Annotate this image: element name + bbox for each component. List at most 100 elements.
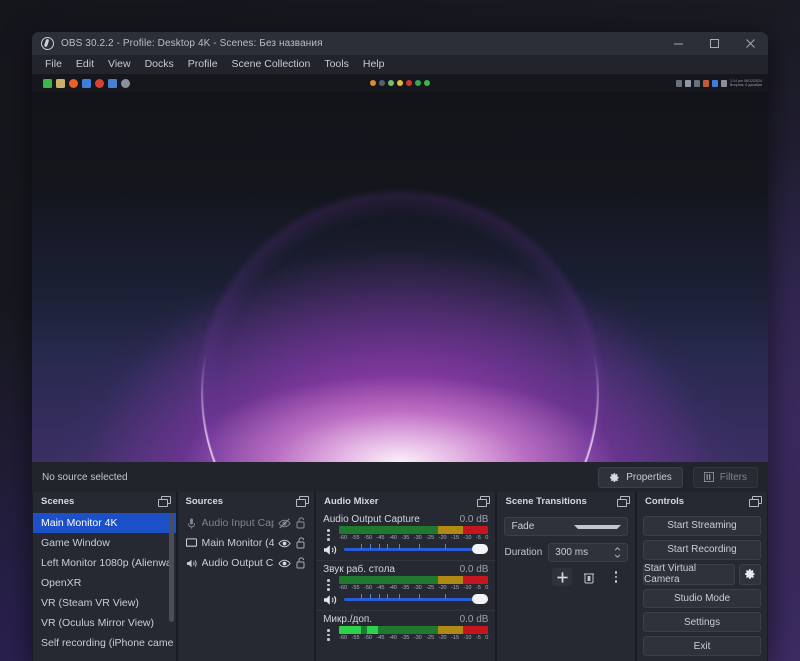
scene-transitions-title: Scene Transitions (505, 496, 587, 507)
source-item-audio-input-capture[interactable]: Audio Input Captur (178, 513, 315, 533)
meter-ticks: -60 -55 -50 -45 -40 -35 -30 -25 -20 -15 -10 -5 0 (339, 635, 489, 641)
undock-icon[interactable] (749, 496, 762, 507)
remove-transition-button[interactable] (579, 568, 599, 586)
trash-icon (584, 573, 595, 583)
minimize-button[interactable] (660, 32, 696, 55)
scene-item-main-monitor-4k[interactable]: Main Monitor 4K (33, 513, 176, 533)
scene-item-game-window[interactable]: Game Window (33, 533, 176, 553)
menu-scene-collection[interactable]: Scene Collection (225, 55, 318, 74)
scene-item-left-monitor[interactable]: Left Monitor 1080p (Alienwa (33, 553, 176, 573)
lock-open-icon[interactable] (295, 536, 308, 550)
undock-icon[interactable] (296, 496, 310, 507)
virtual-camera-settings-button[interactable] (739, 563, 761, 585)
obs-logo-icon (41, 37, 54, 50)
audio-mixer-title: Audio Mixer (324, 496, 379, 507)
start-virtual-camera-button[interactable]: Start Virtual Camera (643, 563, 736, 585)
duration-stepper[interactable]: 300 ms (548, 543, 629, 562)
menu-tools[interactable]: Tools (317, 55, 356, 74)
volume-slider[interactable] (344, 543, 489, 556)
eye-visible-icon[interactable] (278, 537, 291, 550)
eye-hidden-icon[interactable] (278, 517, 291, 530)
settings-button[interactable]: Settings (643, 612, 761, 633)
kebab-icon[interactable] (323, 526, 334, 541)
properties-label: Properties (626, 471, 672, 483)
undock-icon[interactable] (157, 496, 171, 507)
duration-row: Duration 300 ms (504, 543, 629, 562)
properties-button[interactable]: Properties (598, 466, 683, 488)
mixer-channel-audio-output-capture: Audio Output Capture 0.0 dB -60 -55 -50 -45… (316, 511, 495, 559)
maximize-button[interactable] (696, 32, 732, 55)
microphone-icon (186, 517, 198, 529)
scenes-scrollbar[interactable] (168, 514, 174, 622)
taskbar-icon-app6 (108, 78, 117, 88)
duration-label: Duration (504, 547, 543, 558)
menu-help[interactable]: Help (356, 55, 392, 74)
kebab-icon[interactable] (323, 576, 334, 591)
sources-title: Sources (185, 496, 224, 507)
lock-open-icon[interactable] (295, 516, 308, 530)
undock-icon[interactable] (617, 496, 631, 507)
mixer-channel-mic-aux: Микр./доп. 0.0 dB -60 -55 -50 -45 -40 -35 -30-… (316, 611, 495, 641)
kebab-icon[interactable] (323, 626, 334, 641)
controls-body: Start Streaming Start Recording Start Vi… (637, 511, 767, 661)
add-transition-button[interactable] (552, 568, 573, 586)
exit-button[interactable]: Exit (643, 636, 761, 656)
transition-value: Fade (511, 521, 535, 532)
undock-icon[interactable] (477, 496, 491, 507)
close-button[interactable] (732, 32, 768, 55)
menu-file[interactable]: File (38, 55, 69, 74)
menu-edit[interactable]: Edit (69, 55, 101, 74)
menu-bar: File Edit View Docks Profile Scene Colle… (32, 55, 768, 74)
captured-taskbar-left-icons (32, 78, 130, 88)
transition-select[interactable]: Fade (504, 517, 629, 536)
taskbar-dot-1 (370, 80, 376, 86)
lock-open-icon[interactable] (295, 556, 308, 570)
channel-db: 0.0 dB (459, 614, 489, 625)
eye-visible-icon[interactable] (278, 557, 291, 570)
selected-source-status: No source selected (42, 471, 128, 483)
start-recording-button[interactable]: Start Recording (643, 539, 761, 560)
controls-dock-header: Controls (637, 492, 767, 511)
tray-icon-2 (684, 79, 691, 87)
mute-toggle-icon[interactable] (323, 543, 338, 556)
audio-mixer-dock-header: Audio Mixer (316, 492, 496, 511)
source-toolbar: No source selected Properties Filters (32, 462, 768, 492)
sources-list[interactable]: Audio Input Captur Main Monitor (4K) (177, 511, 315, 661)
scene-item-oculus-mirror-view[interactable]: VR (Oculus Mirror View) (33, 613, 176, 633)
filters-label: Filters (719, 471, 747, 483)
window-title: OBS 30.2.2 - Profile: Desktop 4K - Scene… (61, 38, 323, 49)
volume-slider-knob[interactable] (472, 544, 489, 554)
obs-main-window: OBS 30.2.2 - Profile: Desktop 4K - Scene… (32, 32, 768, 661)
scene-transitions-dock: Scene Transitions Fade Duration 300 ms (497, 492, 636, 661)
menu-view[interactable]: View (101, 55, 138, 74)
mute-toggle-icon[interactable] (323, 593, 338, 606)
scene-item-steam-vr-view[interactable]: VR (Steam VR View) (33, 593, 176, 613)
source-item-audio-output-capture[interactable]: Audio Output Captu (178, 553, 315, 573)
scene-transitions-body: Fade Duration 300 ms (497, 511, 636, 661)
scene-item-openxr[interactable]: OpenXR (33, 573, 176, 593)
captured-taskbar: 1:14 pm 06/12/2024 Вторник, 6 декабря (32, 74, 768, 93)
scene-item-self-recording[interactable]: Self recording (iPhone came (33, 633, 176, 653)
stepper-arrows[interactable] (601, 544, 627, 561)
source-item-main-monitor-4k[interactable]: Main Monitor (4K) (178, 533, 315, 553)
volume-slider-knob[interactable] (472, 594, 489, 604)
start-streaming-button[interactable]: Start Streaming (643, 516, 761, 536)
taskbar-dot-3 (388, 80, 394, 86)
tray-icon-6 (720, 79, 727, 87)
menu-docks[interactable]: Docks (138, 55, 181, 74)
scenes-dock-header: Scenes (33, 492, 176, 511)
duration-value: 300 ms (555, 547, 589, 558)
gear-icon (745, 569, 755, 579)
scenes-title: Scenes (41, 496, 75, 507)
menu-profile[interactable]: Profile (181, 55, 225, 74)
scenes-list[interactable]: Main Monitor 4K Game Window Left Monitor… (33, 511, 176, 661)
taskbar-icon-app5 (95, 78, 104, 88)
volume-slider[interactable] (344, 593, 489, 606)
kebab-icon (611, 571, 622, 583)
preview-canvas[interactable]: 1:14 pm 06/12/2024 Вторник, 6 декабря (32, 74, 768, 462)
transition-menu-button[interactable] (606, 568, 626, 586)
filters-button[interactable]: Filters (692, 466, 758, 488)
dock-row: Scenes Main Monitor 4K Game Window Left … (32, 492, 768, 661)
studio-mode-button[interactable]: Studio Mode (643, 588, 761, 609)
taskbar-dot-6 (415, 80, 421, 86)
